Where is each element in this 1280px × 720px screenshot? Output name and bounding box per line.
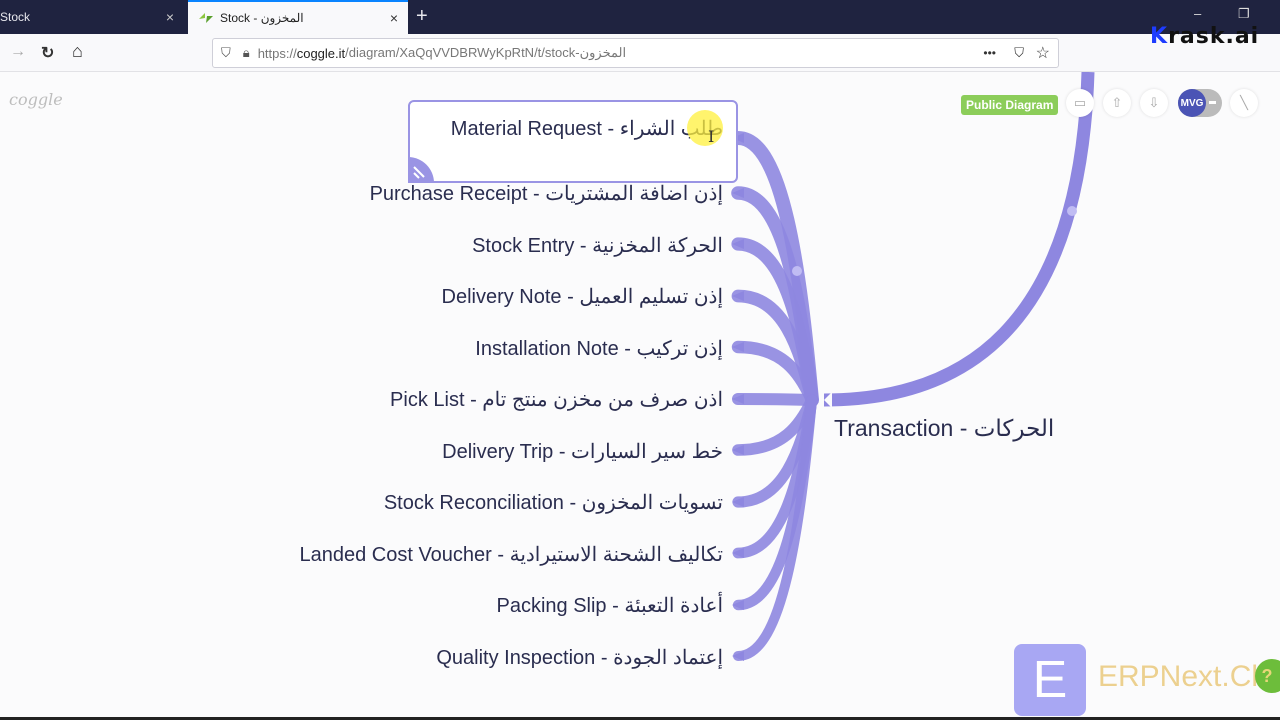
url-bar[interactable]: ⛉ 🔒︎ https:// coggle.it /diagram/XaQqVVD…	[212, 38, 1059, 68]
upload-icon: ⇧	[1111, 95, 1123, 110]
child-node[interactable]: Quality Inspection - إعتماد الجودة	[436, 645, 723, 670]
user-avatar[interactable]: MVG	[1178, 89, 1222, 117]
text-cursor-icon: I	[708, 127, 715, 146]
child-node[interactable]: Purchase Receipt - إذن اضافة المشتريات	[370, 181, 723, 206]
present-button[interactable]: ▭	[1066, 89, 1094, 117]
cursor-highlight	[687, 110, 723, 146]
shield-icon[interactable]: ⛉	[221, 45, 231, 61]
minimize-button[interactable]: –	[1194, 6, 1201, 21]
upload-button[interactable]: ⇧	[1103, 89, 1131, 117]
child-node[interactable]: Pick List - اذن صرف من مخزن منتج تام	[390, 387, 723, 412]
mindmap-canvas[interactable]: coggle Public Diagram ▭ ⇧ ⇩ MVG ╲ Materi…	[0, 72, 1280, 720]
child-node[interactable]: Installation Note - إذن تركيب	[475, 336, 723, 361]
root-node-transaction[interactable]: Transaction - الحركات	[834, 415, 1054, 442]
download-icon: ⇩	[1148, 95, 1160, 110]
pocket-icon[interactable]: ⛉	[1014, 45, 1024, 61]
erpnext-cloud-watermark: ERPNext.Cloud	[1098, 660, 1280, 693]
close-tab-icon[interactable]: ×	[166, 9, 174, 25]
url-host: coggle.it	[296, 45, 346, 61]
restore-button[interactable]: ❐	[1238, 6, 1250, 22]
coggle-logo[interactable]: coggle	[9, 90, 63, 109]
close-tab-icon[interactable]: ×	[390, 10, 398, 26]
monitor-icon: ▭	[1073, 95, 1087, 110]
url-path: /diagram/XaQqVVDBRWyKpRtN/t/stock-المخزو…	[345, 45, 627, 60]
home-icon[interactable]: ⌂	[72, 41, 83, 62]
tab-stock[interactable]: Stock ×	[0, 0, 186, 34]
child-node[interactable]: Packing Slip - أعادة التعبئة	[497, 593, 724, 618]
public-diagram-badge[interactable]: Public Diagram	[961, 95, 1059, 115]
child-node[interactable]: Stock Entry - الحركة المخزنية	[472, 233, 723, 258]
child-node[interactable]: Material Request - طلب الشراء	[451, 116, 723, 141]
child-node[interactable]: Stock Reconciliation - تسويات المخزون	[384, 490, 723, 515]
resize-handle-icon[interactable]	[408, 153, 438, 183]
branch-handle-dot[interactable]	[1067, 206, 1077, 216]
browser-tab-bar: Stock × Stock - المخزون × + – ❐	[0, 0, 1280, 34]
tab-stock-active[interactable]: Stock - المخزون ×	[188, 0, 408, 34]
parent-branch-line[interactable]	[823, 72, 1095, 407]
tab-title: Stock - المخزون	[220, 11, 304, 25]
tab-title: Stock	[0, 10, 31, 24]
branch-line[interactable]	[732, 393, 818, 406]
child-node[interactable]: Delivery Trip - خط سير السيارات	[442, 439, 723, 464]
url-scheme: https://	[257, 45, 297, 61]
rask-watermark: Krask.ai	[1150, 24, 1260, 49]
selected-node-box[interactable]	[408, 100, 738, 183]
browser-nav-bar: → ↻ ⌂ ⛉ 🔒︎ https:// coggle.it /diagram/X…	[0, 34, 1280, 72]
erpnext-logo: E	[1014, 644, 1086, 716]
coggle-favicon-icon	[198, 10, 214, 26]
branch-handle-dot[interactable]	[792, 266, 802, 276]
forward-icon[interactable]: →	[10, 43, 26, 61]
new-tab-button[interactable]: +	[416, 5, 428, 28]
minus-icon	[1209, 101, 1216, 104]
reload-icon[interactable]: ↻	[41, 43, 54, 63]
draw-button[interactable]: ╲	[1230, 89, 1258, 117]
avatar-initials: MVG	[1178, 89, 1206, 117]
lock-icon[interactable]: 🔒︎	[243, 45, 250, 61]
bookmark-star-icon[interactable]: ☆	[1036, 43, 1050, 63]
pen-icon: ╲	[1240, 95, 1248, 110]
child-node[interactable]: Delivery Note - إذن تسليم العميل	[442, 284, 724, 309]
download-button[interactable]: ⇩	[1140, 89, 1168, 117]
child-node[interactable]: Landed Cost Voucher - تكاليف الشحنة الاس…	[299, 542, 723, 567]
more-actions-icon[interactable]: •••	[983, 46, 996, 60]
